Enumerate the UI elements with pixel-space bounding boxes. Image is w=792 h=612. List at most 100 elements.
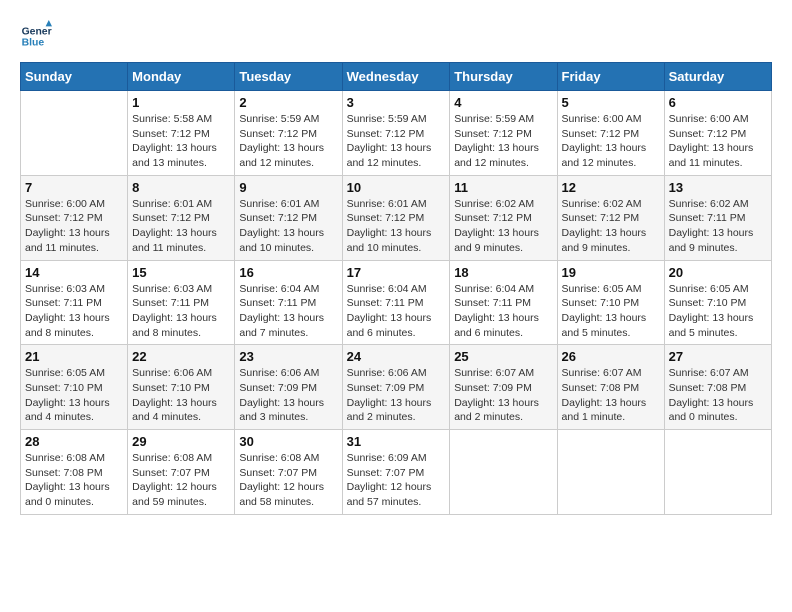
day-number: 16 — [239, 265, 337, 280]
day-number: 22 — [132, 349, 230, 364]
day-info: Sunrise: 6:04 AM Sunset: 7:11 PM Dayligh… — [454, 282, 552, 341]
calendar-cell: 23 Sunrise: 6:06 AM Sunset: 7:09 PM Dayli… — [235, 345, 342, 430]
day-info: Sunrise: 6:07 AM Sunset: 7:08 PM Dayligh… — [669, 366, 767, 425]
calendar-cell — [450, 430, 557, 515]
day-number: 30 — [239, 434, 337, 449]
calendar-cell: 8Sunrise: 6:01 AM Sunset: 7:12 PM Daylig… — [128, 175, 235, 260]
calendar-cell: 22 Sunrise: 6:06 AM Sunset: 7:10 PM Dayli… — [128, 345, 235, 430]
day-info: Sunrise: 6:05 AM Sunset: 7:10 PM Dayligh… — [562, 282, 660, 341]
day-number: 10 — [347, 180, 446, 195]
calendar-header-row: SundayMondayTuesdayWednesdayThursdayFrid… — [21, 63, 772, 91]
day-info: Sunrise: 6:05 AM Sunset: 7:10 PM Dayligh… — [669, 282, 767, 341]
calendar-week-row: 28Sunrise: 6:08 AM Sunset: 7:08 PM Dayli… — [21, 430, 772, 515]
day-info: Sunrise: 6:01 AM Sunset: 7:12 PM Dayligh… — [347, 197, 446, 256]
calendar-cell: 11Sunrise: 6:02 AM Sunset: 7:12 PM Dayli… — [450, 175, 557, 260]
weekday-header-sunday: Sunday — [21, 63, 128, 91]
weekday-header-tuesday: Tuesday — [235, 63, 342, 91]
day-number: 20 — [669, 265, 767, 280]
calendar-cell: 25Sunrise: 6:07 AM Sunset: 7:09 PM Dayli… — [450, 345, 557, 430]
calendar-cell: 24Sunrise: 6:06 AM Sunset: 7:09 PM Dayli… — [342, 345, 450, 430]
weekday-header-friday: Friday — [557, 63, 664, 91]
day-number: 29 — [132, 434, 230, 449]
day-info: Sunrise: 5:59 AM Sunset: 7:12 PM Dayligh… — [454, 112, 552, 171]
day-info: Sunrise: 6:06 AM Sunset: 7:10 PM Dayligh… — [132, 366, 230, 425]
day-info: Sunrise: 6:04 AM Sunset: 7:11 PM Dayligh… — [347, 282, 446, 341]
calendar-cell: 7Sunrise: 6:00 AM Sunset: 7:12 PM Daylig… — [21, 175, 128, 260]
day-info: Sunrise: 6:08 AM Sunset: 7:08 PM Dayligh… — [25, 451, 123, 510]
day-number: 5 — [562, 95, 660, 110]
calendar-cell: 4 Sunrise: 5:59 AM Sunset: 7:12 PM Daylig… — [450, 91, 557, 176]
day-info: Sunrise: 6:00 AM Sunset: 7:12 PM Dayligh… — [669, 112, 767, 171]
day-info: Sunrise: 6:04 AM Sunset: 7:11 PM Dayligh… — [239, 282, 337, 341]
day-number: 26 — [562, 349, 660, 364]
day-info: Sunrise: 6:09 AM Sunset: 7:07 PM Dayligh… — [347, 451, 446, 510]
day-info: Sunrise: 6:00 AM Sunset: 7:12 PM Dayligh… — [562, 112, 660, 171]
day-info: Sunrise: 6:06 AM Sunset: 7:09 PM Dayligh… — [239, 366, 337, 425]
calendar-cell: 19 Sunrise: 6:05 AM Sunset: 7:10 PM Dayli… — [557, 260, 664, 345]
calendar-body: 1Sunrise: 5:58 AM Sunset: 7:12 PM Daylig… — [21, 91, 772, 515]
weekday-header-monday: Monday — [128, 63, 235, 91]
day-number: 13 — [669, 180, 767, 195]
day-info: Sunrise: 6:07 AM Sunset: 7:08 PM Dayligh… — [562, 366, 660, 425]
calendar-cell — [21, 91, 128, 176]
calendar-cell: 26 Sunrise: 6:07 AM Sunset: 7:08 PM Dayli… — [557, 345, 664, 430]
calendar-cell: 12 Sunrise: 6:02 AM Sunset: 7:12 PM Dayli… — [557, 175, 664, 260]
calendar-cell: 28Sunrise: 6:08 AM Sunset: 7:08 PM Dayli… — [21, 430, 128, 515]
calendar-cell — [664, 430, 771, 515]
day-number: 6 — [669, 95, 767, 110]
day-number: 8 — [132, 180, 230, 195]
day-number: 3 — [347, 95, 446, 110]
day-number: 12 — [562, 180, 660, 195]
calendar-week-row: 14 Sunrise: 6:03 AM Sunset: 7:11 PM Dayli… — [21, 260, 772, 345]
calendar-cell: 15Sunrise: 6:03 AM Sunset: 7:11 PM Dayli… — [128, 260, 235, 345]
calendar-cell: 31 Sunrise: 6:09 AM Sunset: 7:07 PM Dayli… — [342, 430, 450, 515]
calendar-cell: 30 Sunrise: 6:08 AM Sunset: 7:07 PM Dayli… — [235, 430, 342, 515]
day-number: 25 — [454, 349, 552, 364]
weekday-header-thursday: Thursday — [450, 63, 557, 91]
calendar-cell: 16 Sunrise: 6:04 AM Sunset: 7:11 PM Dayli… — [235, 260, 342, 345]
day-number: 19 — [562, 265, 660, 280]
day-number: 27 — [669, 349, 767, 364]
calendar-cell: 3Sunrise: 5:59 AM Sunset: 7:12 PM Daylig… — [342, 91, 450, 176]
logo-icon: General Blue — [20, 20, 52, 52]
calendar-cell: 29 Sunrise: 6:08 AM Sunset: 7:07 PM Dayli… — [128, 430, 235, 515]
calendar-cell: 18 Sunrise: 6:04 AM Sunset: 7:11 PM Dayli… — [450, 260, 557, 345]
day-info: Sunrise: 6:03 AM Sunset: 7:11 PM Dayligh… — [25, 282, 123, 341]
day-info: Sunrise: 6:08 AM Sunset: 7:07 PM Dayligh… — [132, 451, 230, 510]
calendar-table: SundayMondayTuesdayWednesdayThursdayFrid… — [20, 62, 772, 515]
day-number: 18 — [454, 265, 552, 280]
day-number: 23 — [239, 349, 337, 364]
calendar-cell — [557, 430, 664, 515]
day-info: Sunrise: 6:02 AM Sunset: 7:12 PM Dayligh… — [562, 197, 660, 256]
calendar-cell: 13 Sunrise: 6:02 AM Sunset: 7:11 PM Dayli… — [664, 175, 771, 260]
page-header: General Blue — [20, 20, 772, 52]
calendar-cell: 2Sunrise: 5:59 AM Sunset: 7:12 PM Daylig… — [235, 91, 342, 176]
calendar-cell: 14 Sunrise: 6:03 AM Sunset: 7:11 PM Dayli… — [21, 260, 128, 345]
day-info: Sunrise: 6:08 AM Sunset: 7:07 PM Dayligh… — [239, 451, 337, 510]
day-number: 21 — [25, 349, 123, 364]
day-number: 9 — [239, 180, 337, 195]
calendar-cell: 27 Sunrise: 6:07 AM Sunset: 7:08 PM Dayli… — [664, 345, 771, 430]
logo: General Blue — [20, 20, 56, 52]
calendar-week-row: 1Sunrise: 5:58 AM Sunset: 7:12 PM Daylig… — [21, 91, 772, 176]
svg-text:General: General — [22, 26, 52, 37]
calendar-cell: 1Sunrise: 5:58 AM Sunset: 7:12 PM Daylig… — [128, 91, 235, 176]
day-info: Sunrise: 6:02 AM Sunset: 7:12 PM Dayligh… — [454, 197, 552, 256]
day-info: Sunrise: 6:02 AM Sunset: 7:11 PM Dayligh… — [669, 197, 767, 256]
calendar-week-row: 7Sunrise: 6:00 AM Sunset: 7:12 PM Daylig… — [21, 175, 772, 260]
calendar-cell: 20 Sunrise: 6:05 AM Sunset: 7:10 PM Dayli… — [664, 260, 771, 345]
day-info: Sunrise: 6:01 AM Sunset: 7:12 PM Dayligh… — [239, 197, 337, 256]
day-number: 31 — [347, 434, 446, 449]
calendar-cell: 9 Sunrise: 6:01 AM Sunset: 7:12 PM Daylig… — [235, 175, 342, 260]
day-info: Sunrise: 6:06 AM Sunset: 7:09 PM Dayligh… — [347, 366, 446, 425]
weekday-header-wednesday: Wednesday — [342, 63, 450, 91]
day-number: 7 — [25, 180, 123, 195]
weekday-header-saturday: Saturday — [664, 63, 771, 91]
calendar-cell: 10 Sunrise: 6:01 AM Sunset: 7:12 PM Dayli… — [342, 175, 450, 260]
day-info: Sunrise: 5:58 AM Sunset: 7:12 PM Dayligh… — [132, 112, 230, 171]
day-number: 4 — [454, 95, 552, 110]
day-number: 2 — [239, 95, 337, 110]
day-number: 14 — [25, 265, 123, 280]
day-number: 15 — [132, 265, 230, 280]
day-info: Sunrise: 6:05 AM Sunset: 7:10 PM Dayligh… — [25, 366, 123, 425]
